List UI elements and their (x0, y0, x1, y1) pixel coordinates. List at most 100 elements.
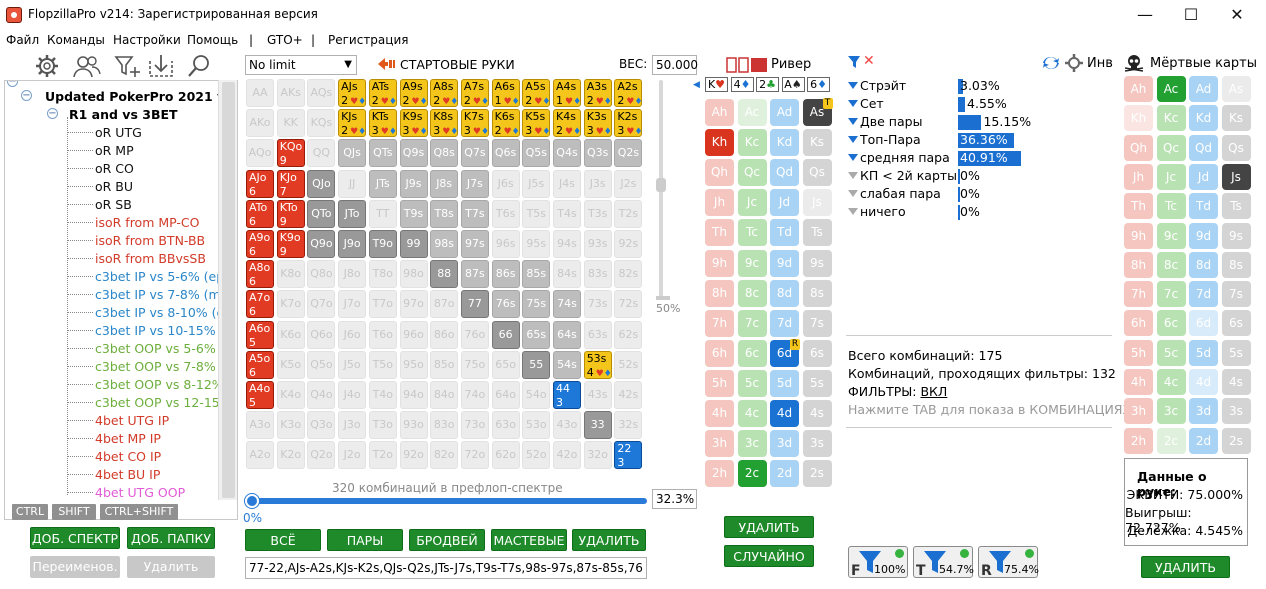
tree-item[interactable]: c3bet IP vs 8-10% (co vs (95, 304, 237, 322)
hand-cell-83o[interactable]: 83o (430, 411, 459, 440)
board-card-6h[interactable]: 6h (705, 339, 734, 367)
hand-cell-J9s[interactable]: J9s (399, 169, 428, 198)
hand-cell-A3s[interactable]: A3s 2 ♥♦ (583, 79, 612, 107)
stat-row[interactable]: Сет (848, 95, 884, 113)
import-icon[interactable] (146, 53, 176, 79)
board-card-Ks[interactable]: Ks (802, 129, 832, 157)
hand-cell-86o[interactable]: 86o (430, 320, 459, 349)
search-icon[interactable] (184, 53, 214, 79)
board-card-6c[interactable]: 6c (737, 339, 767, 367)
tree-item[interactable]: c3bet IP vs 10-15% (bu v (95, 322, 237, 340)
tree-item[interactable]: oR CO (95, 160, 134, 178)
board-card[interactable]: K♥ (705, 77, 728, 92)
hand-cell-KTs[interactable]: KTs 3 ♥♦ (368, 109, 397, 138)
hand-cell-32s[interactable]: 32s (614, 411, 643, 440)
hand-cell-64o[interactable]: 64o (491, 381, 520, 409)
board-card-8d[interactable]: 8d (770, 279, 799, 307)
filter-icon[interactable] (848, 136, 858, 143)
tree-item[interactable]: c3bet OOP vs 7-8% (mp (95, 358, 237, 376)
stat-row[interactable]: Две пары (848, 113, 922, 131)
tree-root[interactable]: Updated PokerPro 2021 v1.2 (45, 88, 237, 106)
hand-cell-J5o[interactable]: J5o (338, 350, 367, 379)
hand-cell-K2o[interactable]: K2o (276, 441, 305, 470)
tree-item[interactable]: c3bet IP vs 5-6% (ep vs (95, 268, 237, 286)
hand-cell-82s[interactable]: 82s (614, 260, 643, 289)
filter-tile-t[interactable]: T 54.7% (913, 546, 974, 579)
hand-cell-63o[interactable]: 63o (491, 411, 520, 440)
menu-gto[interactable]: GTO+ (267, 33, 303, 47)
hand-cell-66[interactable]: 66 (491, 320, 520, 349)
hand-cell-J8s[interactable]: J8s (430, 169, 459, 198)
hand-cell-K8s[interactable]: K8s 3 ♥♦ (430, 109, 459, 138)
arrow-left-icon[interactable] (378, 57, 396, 71)
board-card-Jh[interactable]: Jh (705, 189, 734, 217)
hand-cell-T8o[interactable]: T8o (368, 260, 397, 289)
hand-cell-A7o[interactable]: A7o 6 (246, 290, 274, 319)
tree-item[interactable]: c3bet OOP vs 8-12% (co (95, 376, 237, 394)
dead-card-4h[interactable]: 4h (1124, 369, 1153, 395)
board-card-3c[interactable]: 3c (737, 430, 767, 458)
dead-card-7d[interactable]: 7d (1189, 281, 1218, 308)
hand-cell-J3o[interactable]: J3o (338, 411, 367, 440)
tree-item[interactable]: c3bet OOP vs 5-6% (ep v (95, 340, 237, 358)
hand-cell-88[interactable]: 88 (430, 260, 459, 289)
dead-card-Ah[interactable]: Ah (1124, 76, 1153, 102)
hand-cell-98o[interactable]: 98o (399, 260, 428, 289)
board-card-8h[interactable]: 8h (705, 279, 734, 307)
board-card-Qc[interactable]: Qc (737, 159, 767, 187)
hand-cell-63s[interactable]: 63s (583, 320, 612, 349)
hand-cell-75s[interactable]: 75s (522, 290, 551, 319)
dead-card-3s[interactable]: 3s (1221, 398, 1251, 425)
suited-button[interactable]: МАСТЕВЫЕ (491, 529, 567, 551)
hand-cell-K9o[interactable]: K9o 9 (276, 230, 305, 258)
clear-filter-icon[interactable]: ✕ (863, 53, 875, 69)
board-card[interactable]: A♠ (781, 77, 805, 92)
hand-cell-J4s[interactable]: J4s (553, 169, 581, 198)
tree-item[interactable]: 4bet BU IP (95, 466, 160, 484)
hand-cell-KK[interactable]: KK (276, 109, 305, 138)
hand-cell-K7o[interactable]: K7o (276, 290, 305, 319)
dead-card-3h[interactable]: 3h (1124, 398, 1153, 425)
board-card-6s[interactable]: 6s (802, 339, 832, 367)
tree-item[interactable]: oR UTG (95, 124, 142, 142)
board-card-9d[interactable]: 9d (770, 249, 799, 277)
hand-cell-83s[interactable]: 83s (583, 260, 612, 289)
dead-card-5h[interactable]: 5h (1124, 339, 1153, 366)
dead-card-9d[interactable]: 9d (1189, 222, 1218, 249)
hand-cell-KQs[interactable]: KQs (307, 109, 336, 138)
hand-cell-K2s[interactable]: K2s 3 ♥♦ (614, 109, 643, 138)
board-card-Kd[interactable]: Kd (770, 129, 799, 157)
dead-card-9c[interactable]: 9c (1156, 222, 1186, 249)
collapse-icon[interactable]: − (21, 90, 32, 101)
tree-item[interactable]: oR MP (95, 142, 134, 160)
tree-folder[interactable]: R1 and vs 3BET (69, 106, 178, 124)
pairs-button[interactable]: ПАРЫ (327, 529, 403, 551)
hand-cell-65o[interactable]: 65o (491, 350, 520, 379)
dead-card-Jd[interactable]: Jd (1189, 163, 1218, 190)
hand-cell-A4o[interactable]: A4o 5 (246, 381, 274, 409)
dead-card-2h[interactable]: 2h (1124, 427, 1153, 454)
hand-cell-43s[interactable]: 43s (583, 381, 612, 409)
tree-item[interactable]: isoR from BTN-BB (95, 232, 205, 250)
hand-cell-Q2o[interactable]: Q2o (307, 441, 336, 470)
weight-slider[interactable] (656, 80, 670, 300)
dead-card-4c[interactable]: 4c (1156, 369, 1186, 395)
dead-card-2d[interactable]: 2d (1189, 427, 1218, 454)
range-text-input[interactable]: 77-22,AJs-A2s,KJs-K2s,QJs-Q2s,JTs-J7s,T9… (245, 557, 647, 579)
tree-item[interactable]: oR SB (95, 196, 132, 214)
hand-cell-Q3s[interactable]: Q3s (583, 139, 612, 168)
hand-cell-Q7s[interactable]: Q7s (460, 139, 489, 168)
hand-cell-JTo[interactable]: JTo (338, 199, 367, 228)
dead-card-9s[interactable]: 9s (1221, 222, 1251, 249)
hand-cell-Q9s[interactable]: Q9s (399, 139, 428, 168)
tree-item[interactable]: 4bet MP IP (95, 430, 161, 448)
dead-card-4d[interactable]: 4d (1189, 369, 1218, 395)
menu-registration[interactable]: Регистрация (328, 33, 408, 47)
hand-cell-A9o[interactable]: A9o 6 (246, 230, 274, 258)
close-button[interactable]: ✕ (1214, 0, 1260, 30)
board-card-7h[interactable]: 7h (705, 309, 734, 337)
board-card-Ah[interactable]: Ah (705, 99, 734, 126)
board-delete-button[interactable]: УДАЛИТЬ (724, 516, 814, 538)
hand-cell-KQo[interactable]: KQo 9 (276, 139, 305, 168)
hand-cell-85s[interactable]: 85s (522, 260, 551, 289)
